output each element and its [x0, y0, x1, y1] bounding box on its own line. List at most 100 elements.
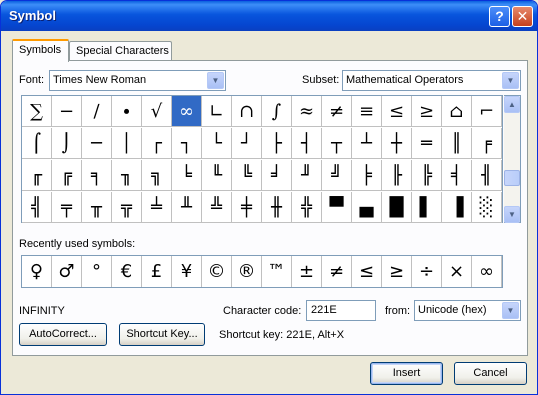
symbol-cell[interactable]: ╙	[202, 160, 232, 191]
symbol-cell[interactable]: ⌠	[22, 128, 52, 159]
symbol-cell[interactable]: ▐	[442, 192, 472, 223]
symbol-cell[interactable]: ∞	[172, 96, 202, 127]
from-dropdown[interactable]: Unicode (hex) ▼	[414, 300, 521, 321]
symbol-cell[interactable]: ═	[412, 128, 442, 159]
character-code-input[interactable]: 221E	[306, 300, 376, 321]
tab-symbols[interactable]: Symbols	[12, 39, 69, 62]
symbol-cell[interactable]: ╩	[202, 192, 232, 223]
recent-symbol-cell[interactable]: ♀	[22, 256, 52, 287]
font-dropdown[interactable]: Times New Roman ▼	[49, 70, 226, 91]
symbol-cell[interactable]: ╕	[82, 160, 112, 191]
symbol-cell[interactable]: ╤	[52, 192, 82, 223]
symbol-cell[interactable]: ─	[82, 128, 112, 159]
recent-symbol-cell[interactable]: ≥	[382, 256, 412, 287]
symbol-cell[interactable]: ╠	[412, 160, 442, 191]
symbol-cell[interactable]: ▌	[412, 192, 442, 223]
tab-special-characters[interactable]: Special Characters	[69, 41, 172, 61]
symbol-cell[interactable]: ≤	[382, 96, 412, 127]
recent-symbol-cell[interactable]: ≤	[352, 256, 382, 287]
symbol-cell[interactable]: ╛	[262, 160, 292, 191]
close-button[interactable]: ✕	[512, 6, 533, 27]
scroll-down-arrow-icon[interactable]: ▼	[504, 206, 520, 223]
symbol-cell[interactable]: ╘	[172, 160, 202, 191]
recent-symbol-cell[interactable]: £	[142, 256, 172, 287]
symbol-cell[interactable]: ∕	[82, 96, 112, 127]
symbol-cell[interactable]: ⌡	[52, 128, 82, 159]
subset-label: Subset:	[302, 74, 340, 86]
symbol-cell[interactable]: √	[142, 96, 172, 127]
symbol-cell[interactable]: ░	[472, 192, 502, 223]
symbol-cell[interactable]: ╢	[472, 160, 502, 191]
scroll-thumb[interactable]	[504, 170, 520, 186]
subset-dropdown[interactable]: Mathematical Operators ▼	[342, 70, 521, 91]
symbol-cell[interactable]: ║	[442, 128, 472, 159]
recent-symbol-cell[interactable]: ©	[202, 256, 232, 287]
symbol-cell[interactable]: ┘	[232, 128, 262, 159]
symbol-cell[interactable]: ┌	[142, 128, 172, 159]
recent-symbol-cell[interactable]: ÷	[412, 256, 442, 287]
symbol-grid-scrollbar[interactable]: ▲ ▼	[504, 95, 521, 223]
recent-symbol-cell[interactable]: °	[82, 256, 112, 287]
symbol-cell[interactable]: ╒	[472, 128, 502, 159]
symbol-cell[interactable]: ╞	[352, 160, 382, 191]
symbol-cell[interactable]: ╡	[442, 160, 472, 191]
symbol-cell[interactable]: └	[202, 128, 232, 159]
symbol-cell[interactable]: ╪	[232, 192, 262, 223]
recent-symbols-label: Recently used symbols:	[19, 238, 136, 250]
scroll-up-arrow-icon[interactable]: ▲	[504, 96, 520, 113]
symbol-cell[interactable]: ⌂	[442, 96, 472, 127]
symbol-cell[interactable]: ∙	[112, 96, 142, 127]
symbol-cell[interactable]: ┼	[382, 128, 412, 159]
symbol-cell[interactable]: ╣	[22, 192, 52, 223]
recent-symbol-cell[interactable]: ♂	[52, 256, 82, 287]
symbol-cell[interactable]: ∩	[232, 96, 262, 127]
symbol-cell[interactable]: ▄	[352, 192, 382, 223]
window-title: Symbol	[9, 8, 56, 23]
symbol-cell[interactable]: ╟	[382, 160, 412, 191]
symbol-cell[interactable]: ╥	[82, 192, 112, 223]
symbol-cell[interactable]: ∟	[202, 96, 232, 127]
symbol-cell[interactable]: ╚	[232, 160, 262, 191]
symbol-cell[interactable]: ┤	[292, 128, 322, 159]
symbol-cell[interactable]: ╦	[112, 192, 142, 223]
symbol-cell[interactable]: ┬	[322, 128, 352, 159]
help-button[interactable]: ?	[489, 6, 510, 27]
symbol-cell[interactable]: ∫	[262, 96, 292, 127]
symbol-cell[interactable]: ├	[262, 128, 292, 159]
cancel-button[interactable]: Cancel	[454, 362, 527, 385]
symbol-cell[interactable]: ≈	[292, 96, 322, 127]
symbol-cell[interactable]: ╬	[292, 192, 322, 223]
shortcut-key-button[interactable]: Shortcut Key...	[119, 323, 205, 346]
symbol-cell[interactable]: ╔	[52, 160, 82, 191]
symbol-cell[interactable]: ╧	[142, 192, 172, 223]
symbol-cell[interactable]: ∑	[22, 96, 52, 127]
recent-symbol-cell[interactable]: ∞	[472, 256, 502, 287]
symbol-cell[interactable]: │	[112, 128, 142, 159]
symbol-cell[interactable]: ╫	[262, 192, 292, 223]
symbol-cell[interactable]: ≠	[322, 96, 352, 127]
recent-symbol-cell[interactable]: ¥	[172, 256, 202, 287]
recent-symbol-cell[interactable]: ™	[262, 256, 292, 287]
symbol-cell[interactable]: ≡	[352, 96, 382, 127]
symbol-cell[interactable]: ╓	[22, 160, 52, 191]
symbol-cell[interactable]: ┐	[172, 128, 202, 159]
recent-symbol-cell[interactable]: ≠	[322, 256, 352, 287]
symbol-cell[interactable]: −	[52, 96, 82, 127]
recent-symbol-cell[interactable]: €	[112, 256, 142, 287]
recent-symbol-cell[interactable]: ®	[232, 256, 262, 287]
recent-symbol-cell[interactable]: ±	[292, 256, 322, 287]
symbol-cell[interactable]: ╨	[172, 192, 202, 223]
insert-button[interactable]: Insert	[370, 362, 443, 385]
symbol-cell[interactable]: ╗	[142, 160, 172, 191]
symbol-cell[interactable]: ▀	[322, 192, 352, 223]
tab-symbols-label: Symbols	[19, 44, 62, 56]
symbol-cell[interactable]: █	[382, 192, 412, 223]
autocorrect-button[interactable]: AutoCorrect...	[19, 323, 107, 346]
symbol-cell[interactable]: ╝	[322, 160, 352, 191]
symbol-cell[interactable]: ≥	[412, 96, 442, 127]
symbol-cell[interactable]: ⌐	[472, 96, 502, 127]
recent-symbol-cell[interactable]: ×	[442, 256, 472, 287]
symbol-cell[interactable]: ┴	[352, 128, 382, 159]
symbol-cell[interactable]: ╜	[292, 160, 322, 191]
symbol-cell[interactable]: ╖	[112, 160, 142, 191]
